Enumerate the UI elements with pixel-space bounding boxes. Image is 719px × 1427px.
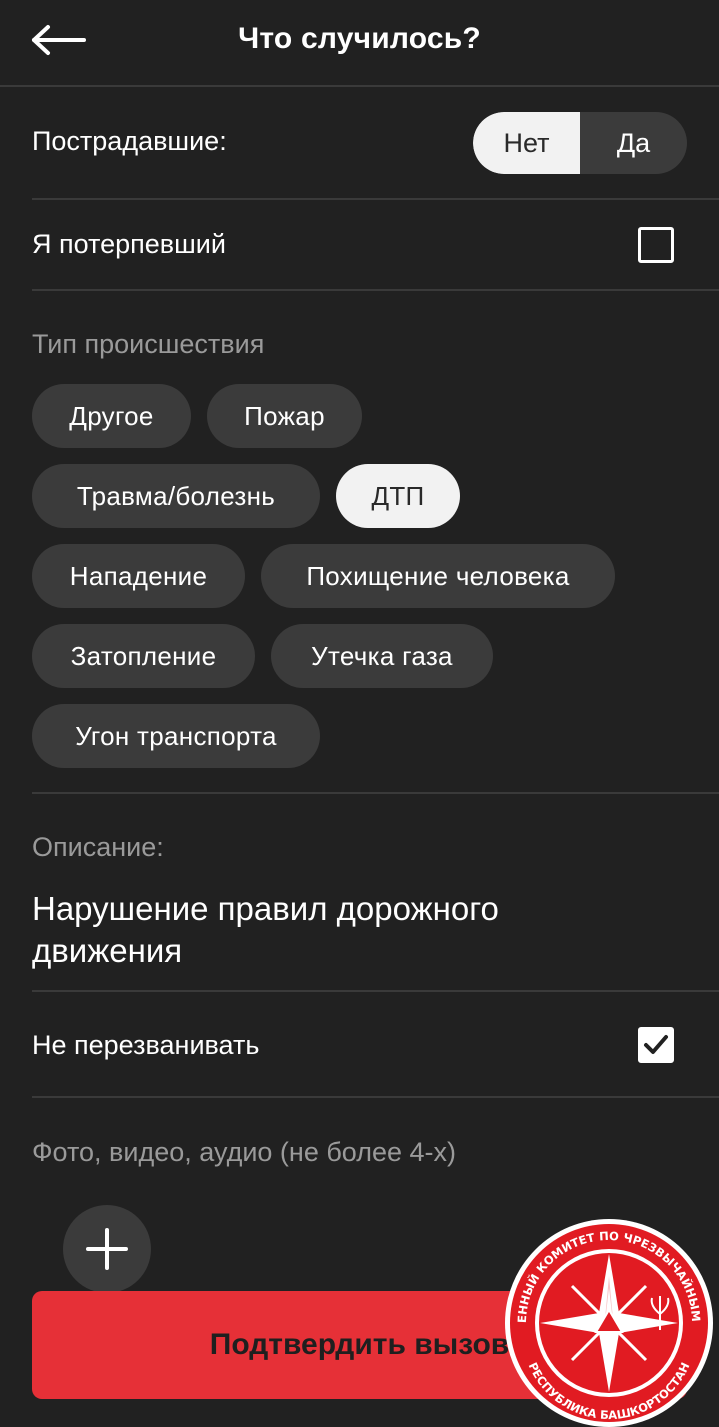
divider [32, 289, 719, 291]
chip-vehicle-theft[interactable]: Угон транспорта [32, 704, 320, 768]
emergency-committee-emblem: ГОСУДАРСТВЕННЫЙ КОМИТЕТ ПО ЧРЕЗВЫЧАЙНЫМ … [500, 1214, 713, 1427]
chip-road-accident[interactable]: ДТП [336, 464, 460, 528]
no-callback-label: Не перезванивать [32, 1030, 260, 1060]
victims-option-yes[interactable]: Да [580, 112, 687, 174]
no-callback-checkbox[interactable] [638, 1027, 674, 1063]
divider [32, 1096, 719, 1098]
divider [32, 792, 719, 794]
victims-toggle[interactable]: Нет Да [473, 112, 687, 174]
i-am-victim-checkbox[interactable] [638, 227, 674, 263]
chip-injury-illness[interactable]: Травма/болезнь [32, 464, 320, 528]
victims-option-no[interactable]: Нет [473, 112, 580, 174]
media-label: Фото, видео, аудио (не более 4-х) [32, 1137, 457, 1167]
app-header: Что случилось? [0, 0, 719, 87]
plus-icon [86, 1228, 128, 1270]
add-media-button[interactable] [63, 1205, 151, 1293]
chip-gas-leak[interactable]: Утечка газа [271, 624, 493, 688]
incident-type-label: Тип происшествия [32, 329, 265, 359]
chip-flooding[interactable]: Затопление [32, 624, 255, 688]
divider [32, 990, 719, 992]
checkmark-icon [644, 1035, 668, 1054]
divider [32, 198, 719, 200]
description-label: Описание: [32, 832, 164, 862]
chip-assault[interactable]: Нападение [32, 544, 245, 608]
chip-other[interactable]: Другое [32, 384, 191, 448]
i-am-victim-label: Я потерпевший [32, 229, 226, 259]
page-title: Что случилось? [238, 22, 481, 55]
description-field[interactable]: Нарушение правил дорожного движения [32, 888, 652, 972]
victims-label: Пострадавшие: [32, 126, 227, 156]
chip-fire[interactable]: Пожар [207, 384, 362, 448]
chip-kidnapping[interactable]: Похищение человека [261, 544, 615, 608]
